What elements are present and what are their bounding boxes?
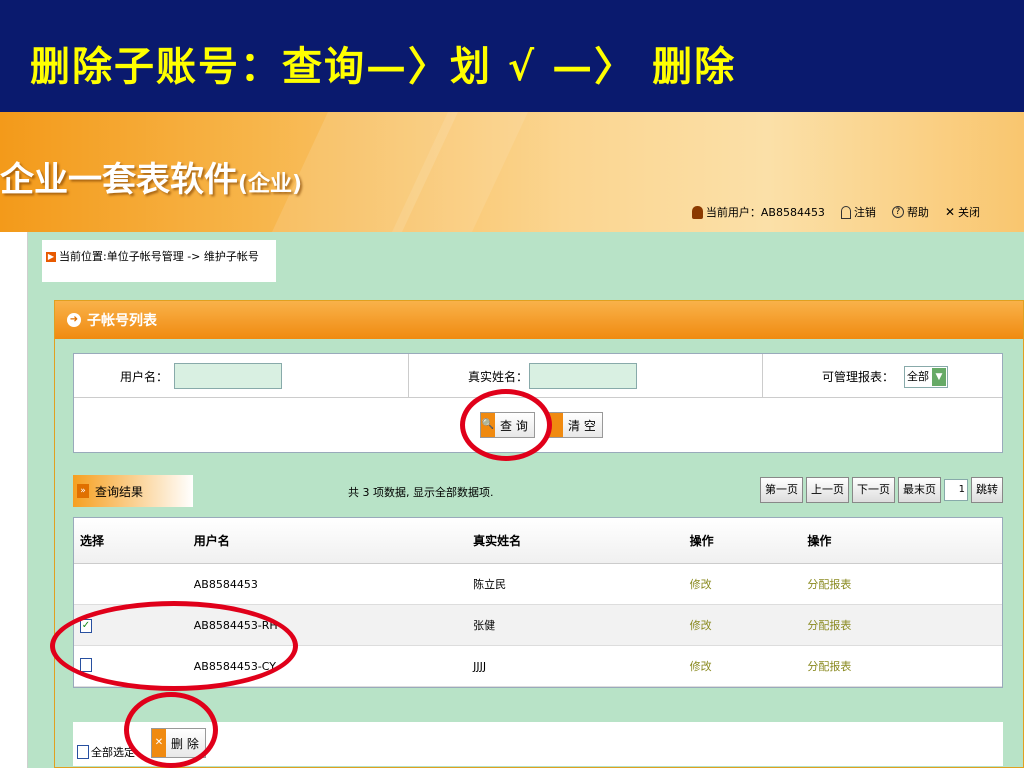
clear-icon <box>549 413 563 437</box>
app-title-text: 企业一套表软件 <box>0 160 238 200</box>
row-username: AB8584453-CY <box>193 659 276 673</box>
breadcrumb-arrow-icon: ▶ <box>46 252 56 262</box>
realname-label: 真实姓名： <box>468 370 529 384</box>
content-area: ▶ 当前位置:单位子帐号管理 -> 维护子帐号 ➜ 子帐号列表 用户名： 真实姓名… <box>28 232 1024 768</box>
select-all-checkbox[interactable] <box>77 745 89 759</box>
edit-link[interactable]: 修改 <box>690 576 808 592</box>
logout-link[interactable]: 注销 <box>840 204 876 220</box>
header-username: 用户名 <box>193 534 230 548</box>
edit-link[interactable]: 修改 <box>690 658 808 674</box>
search-divider-2 <box>762 354 763 398</box>
row-realname: 张健 <box>473 619 496 632</box>
app-subtitle: (企业) <box>238 172 303 197</box>
app-title: 企业一套表软件(企业) <box>0 152 302 201</box>
username-label: 用户名： <box>120 370 169 384</box>
subaccount-panel: ➜ 子帐号列表 用户名： 真实姓名： 可管理报表： 全部 ▼ 🔍 查 询 清 空… <box>54 300 1024 768</box>
slide-title-bar: 删除子账号：查询—〉划 √ —〉 删除 <box>0 0 1024 112</box>
user-icon <box>691 205 703 219</box>
search-form: 用户名： 真实姓名： 可管理报表： 全部 ▼ 🔍 查 询 清 空 <box>73 353 1003 453</box>
header-action-2: 操作 <box>807 534 832 548</box>
close-link[interactable]: ✕ 关闭 <box>945 204 980 220</box>
next-page-button[interactable]: 下一页 <box>852 477 895 503</box>
username-input[interactable] <box>174 363 282 389</box>
bottom-bar: 全部选定 ✕ 删 除 <box>73 722 1003 766</box>
breadcrumb: ▶ 当前位置:单位子帐号管理 -> 维护子帐号 <box>42 240 276 282</box>
slide-title: 删除子账号：查询—〉划 √ —〉 删除 <box>30 43 737 90</box>
chevron-right-icon: » <box>77 484 89 498</box>
page-number-input[interactable]: 1 <box>944 479 968 501</box>
select-all[interactable]: 全部选定 <box>77 744 135 760</box>
search-row: 用户名： 真实姓名： 可管理报表： 全部 ▼ <box>74 354 1002 398</box>
clear-button[interactable]: 清 空 <box>548 412 603 438</box>
assign-reports-link[interactable]: 分配报表 <box>807 617 1002 633</box>
search-divider <box>408 354 409 398</box>
edit-link[interactable]: 修改 <box>690 617 808 633</box>
panel-title: 子帐号列表 <box>87 313 157 329</box>
current-user: 当前用户：AB8584453 <box>691 204 825 220</box>
header-select: 选择 <box>80 534 105 548</box>
table-header: 选择 用户名 真实姓名 操作 操作 <box>74 518 1002 564</box>
row-realname: 陈立民 <box>473 578 507 591</box>
panel-header: ➜ 子帐号列表 <box>55 301 1023 339</box>
left-strip <box>0 232 28 768</box>
help-link[interactable]: ? 帮助 <box>891 204 929 220</box>
close-icon: ✕ <box>944 205 955 219</box>
header-realname: 真实姓名 <box>473 534 522 548</box>
row-select-cell: ✓ <box>74 618 194 633</box>
prev-page-button[interactable]: 上一页 <box>806 477 849 503</box>
row-realname: JJJJ <box>473 659 487 673</box>
assign-reports-link[interactable]: 分配报表 <box>807 658 1002 674</box>
table-row: AB8584453 陈立民 修改 分配报表 <box>74 564 1002 605</box>
row-select-cell <box>74 657 194 675</box>
assign-reports-link[interactable]: 分配报表 <box>807 576 1002 592</box>
table-row: ✓ AB8584453-RH 张健 修改 分配报表 <box>74 605 1002 646</box>
last-page-button[interactable]: 最末页 <box>898 477 941 503</box>
first-page-button[interactable]: 第一页 <box>760 477 803 503</box>
app-banner: 企业一套表软件(企业) 当前用户：AB8584453 注销 ? 帮助 ✕ 关闭 <box>0 112 1024 232</box>
results-title: 查询结果 <box>95 484 144 499</box>
panel-body: 用户名： 真实姓名： 可管理报表： 全部 ▼ 🔍 查 询 清 空 » 查询结果 … <box>55 339 1023 767</box>
result-bar: » 查询结果 共 3 项数据, 显示全部数据项. 第一页 上一页 下一页 最末页… <box>73 475 1003 509</box>
breadcrumb-text: 当前位置:单位子帐号管理 -> 维护子帐号 <box>59 250 259 263</box>
row-username: AB8584453-RH <box>193 618 278 632</box>
results-summary: 共 3 项数据, 显示全部数据项. <box>348 486 494 499</box>
query-button[interactable]: 🔍 查 询 <box>480 412 535 438</box>
chevron-down-icon: ▼ <box>932 368 946 386</box>
user-toolbar: 当前用户：AB8584453 注销 ? 帮助 ✕ 关闭 <box>691 204 980 220</box>
results-tag: » 查询结果 <box>73 475 193 507</box>
key-icon <box>840 205 851 219</box>
delete-x-icon: ✕ <box>152 729 166 757</box>
reports-select[interactable]: 全部 ▼ <box>904 366 948 388</box>
delete-button[interactable]: ✕ 删 除 <box>151 728 206 758</box>
arrow-right-icon: ➜ <box>67 313 81 327</box>
accounts-table: 选择 用户名 真实姓名 操作 操作 AB8584453 陈立民 修改 分配报表 … <box>73 517 1003 688</box>
help-icon: ? <box>891 206 904 218</box>
jump-button[interactable]: 跳转 <box>971 477 1003 503</box>
table-row: AB8584453-CY JJJJ 修改 分配报表 <box>74 646 1002 687</box>
search-icon: 🔍 <box>481 413 495 437</box>
row-username: AB8584453 <box>193 577 258 591</box>
pager: 第一页 上一页 下一页 最末页 1 跳转 <box>760 477 1003 503</box>
header-action: 操作 <box>689 534 714 548</box>
realname-input[interactable] <box>529 363 637 389</box>
reports-label: 可管理报表： <box>822 370 895 384</box>
row-checkbox-checked[interactable]: ✓ <box>80 618 92 633</box>
row-checkbox[interactable] <box>80 657 92 672</box>
